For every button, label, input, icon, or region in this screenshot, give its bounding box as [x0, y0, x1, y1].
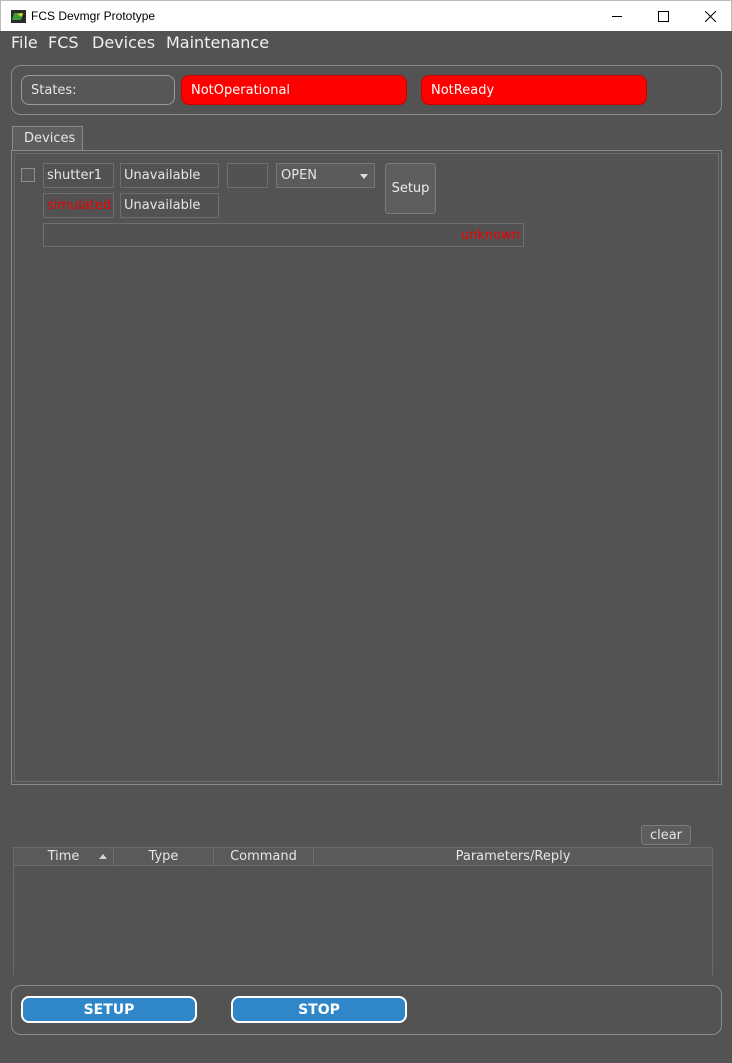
device-mode-field: simulated: [43, 193, 114, 218]
device-command-selected: OPEN: [281, 168, 318, 183]
maximize-icon: [657, 10, 669, 22]
setup-button[interactable]: SETUP: [21, 996, 197, 1023]
menu-devices[interactable]: Devices: [92, 33, 155, 52]
operational-state-badge: NotOperational: [181, 75, 407, 105]
device-setup-button[interactable]: Setup: [385, 163, 436, 214]
actions-panel: SETUP STOP: [11, 985, 722, 1035]
window-titlebar: FCS Devmgr Prototype: [0, 0, 732, 31]
menu-fcs[interactable]: FCS: [48, 33, 79, 52]
clear-log-button[interactable]: clear: [641, 825, 691, 845]
sort-ascending-icon: [99, 854, 107, 859]
tab-devices[interactable]: Devices: [12, 126, 83, 151]
column-header-time[interactable]: Time: [14, 848, 114, 866]
device-command-select[interactable]: OPEN: [276, 163, 375, 188]
close-icon: [704, 10, 716, 22]
device-state-bar: unknown: [43, 223, 524, 247]
minimize-button[interactable]: [594, 1, 640, 31]
close-button[interactable]: [687, 1, 732, 31]
ready-state-badge: NotReady: [421, 75, 647, 105]
command-log-table: Time Type Command Parameters/Reply: [13, 847, 713, 975]
states-label: States:: [21, 75, 175, 105]
device-value-field: [227, 163, 268, 188]
maximize-button[interactable]: [640, 1, 686, 31]
device-status2-field: Unavailable: [120, 193, 219, 218]
device-name-field: shutter1: [43, 163, 114, 188]
minimize-icon: [611, 15, 622, 17]
menu-maintenance[interactable]: Maintenance: [166, 33, 269, 52]
column-header-command[interactable]: Command: [214, 848, 314, 866]
stop-button[interactable]: STOP: [231, 996, 407, 1023]
menu-bar: File FCS Devices Maintenance: [0, 31, 732, 57]
states-panel: States: NotOperational NotReady: [11, 65, 722, 115]
devices-tab-inner: [14, 153, 719, 782]
column-label-time: Time: [47, 849, 80, 864]
menu-file[interactable]: File: [11, 33, 38, 52]
device-select-checkbox[interactable]: [21, 168, 35, 182]
column-header-type[interactable]: Type: [114, 848, 214, 866]
log-table-header: Time Type Command Parameters/Reply: [14, 848, 712, 866]
column-header-parameters[interactable]: Parameters/Reply: [314, 848, 712, 866]
window-title: FCS Devmgr Prototype: [31, 9, 156, 23]
chevron-down-icon: [360, 174, 368, 179]
app-icon: [11, 10, 26, 23]
device-status-field: Unavailable: [120, 163, 219, 188]
